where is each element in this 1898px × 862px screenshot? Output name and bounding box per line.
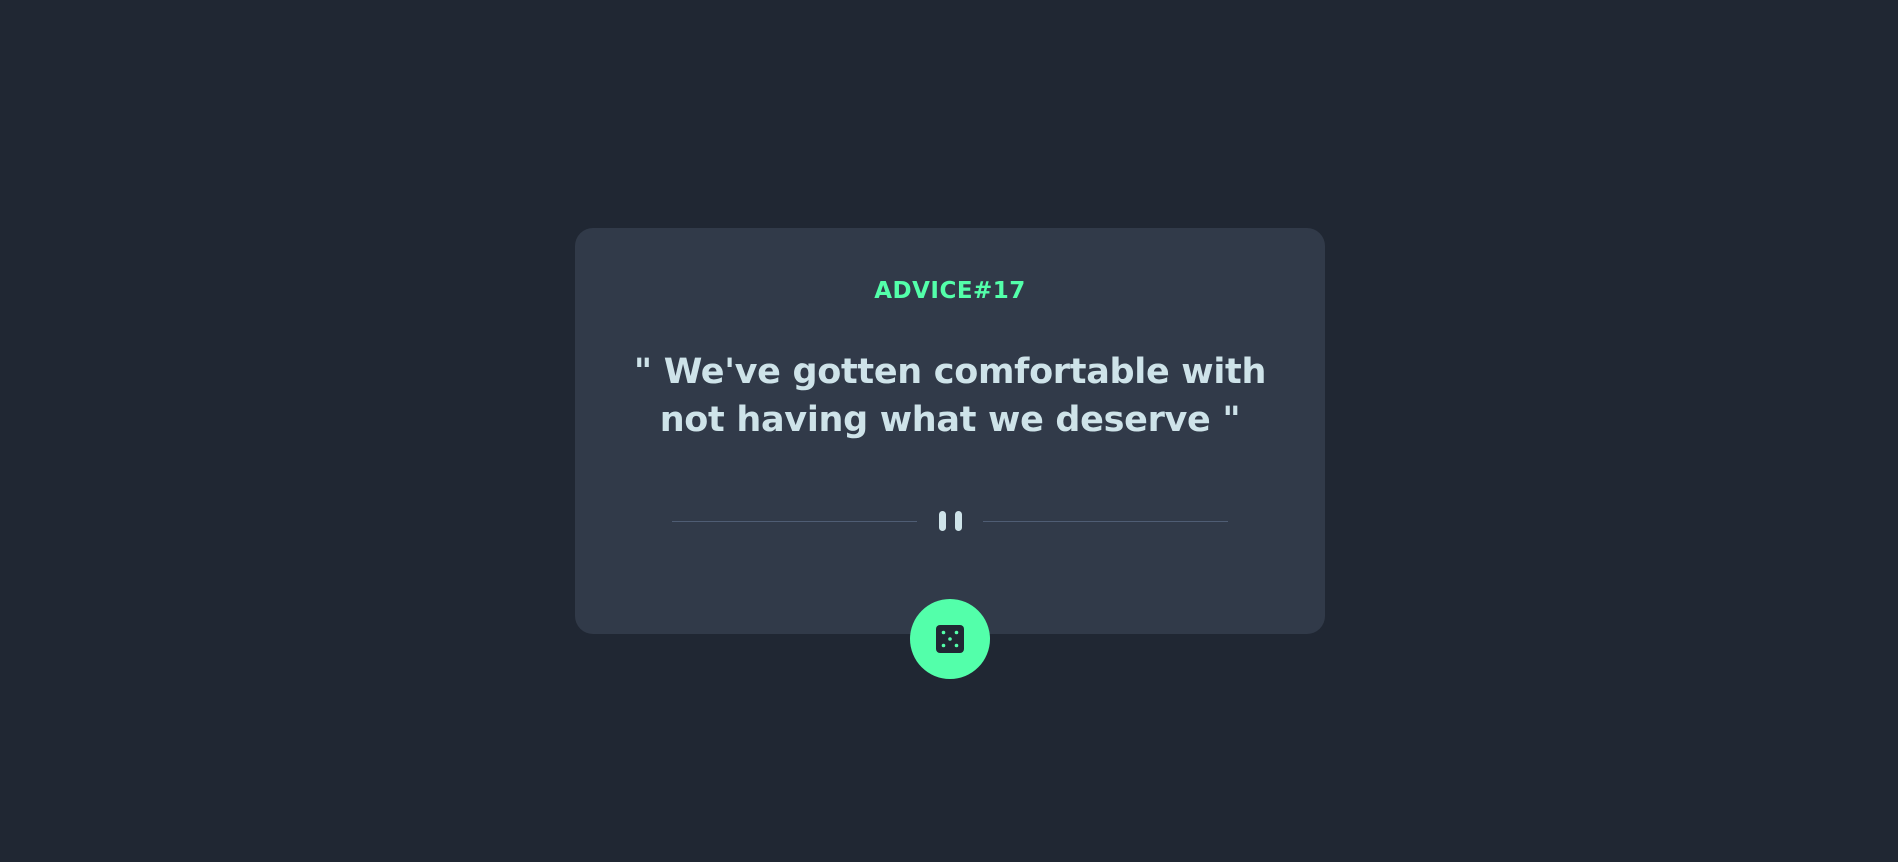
new-advice-button[interactable] — [910, 599, 990, 679]
advice-quote: " We've gotten comfortable with not havi… — [633, 352, 1267, 440]
advice-id: ADVICE#17 — [874, 278, 1026, 304]
pause-icon — [937, 511, 963, 533]
dice-icon — [936, 625, 964, 653]
advice-card: ADVICE#17 " We've gotten comfortable wit… — [575, 228, 1325, 634]
divider-line-left — [672, 521, 917, 522]
page: ADVICE#17 " We've gotten comfortable wit… — [0, 0, 1898, 862]
divider-line-right — [983, 521, 1228, 522]
pause-bar-left — [939, 511, 946, 531]
pause-bar-right — [955, 511, 962, 531]
divider — [672, 511, 1228, 533]
